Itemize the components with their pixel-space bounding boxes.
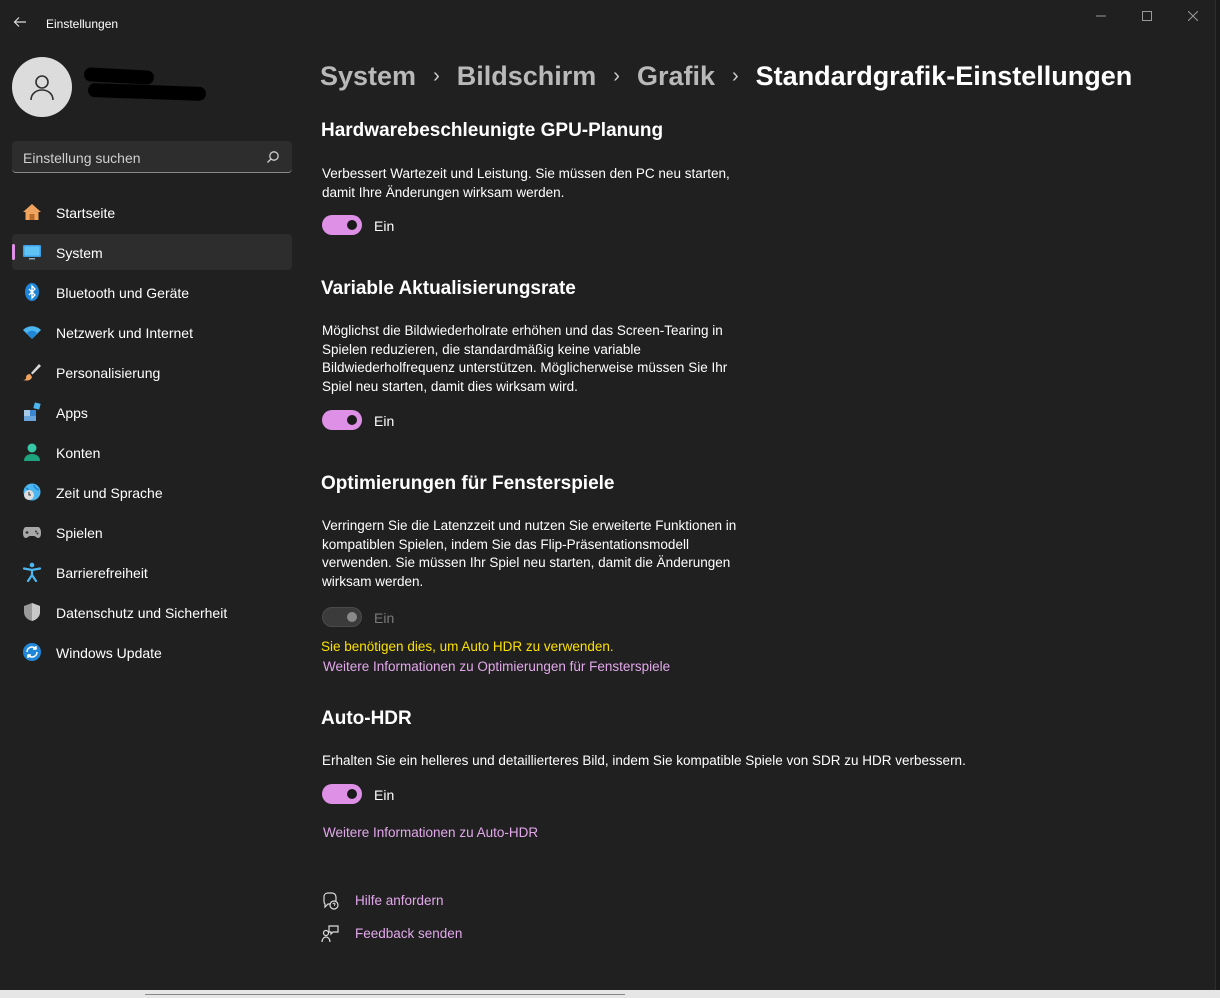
close-icon	[1188, 11, 1198, 21]
sidebar-item-windows-update[interactable]: Windows Update	[12, 634, 292, 670]
home-icon	[23, 204, 41, 220]
sidebar-item-label: Apps	[56, 405, 88, 421]
update-icon	[23, 643, 41, 661]
search-icon[interactable]	[266, 150, 280, 164]
section-description-variable-refresh-rate: Möglichst die Bildwiederholrate erhöhen …	[322, 323, 728, 394]
accessibility-icon	[22, 562, 42, 582]
sidebar-item-datenschutz[interactable]: Datenschutz und Sicherheit	[12, 594, 292, 630]
sidebar-item-zeit-sprache[interactable]: Zeit und Sprache	[12, 474, 292, 510]
sidebar-item-konten[interactable]: Konten	[12, 434, 292, 470]
monitor-icon	[23, 245, 41, 260]
shield-icon	[24, 603, 40, 621]
section-description-windowed-games: Verringern Sie die Latenzzeit und nutzen…	[322, 518, 737, 589]
gpu-scheduling-toggle[interactable]	[322, 215, 362, 235]
sidebar-item-label: Konten	[56, 445, 101, 461]
sidebar-item-label: Spielen	[56, 525, 103, 541]
chevron-right-icon: ›	[433, 64, 440, 87]
section-title-auto-hdr: Auto-HDR	[321, 708, 412, 729]
send-feedback-link[interactable]: Feedback senden	[355, 926, 462, 941]
toggle-state-label: Ein	[374, 610, 395, 626]
section-description-auto-hdr: Erhalten Sie ein helleres und detaillier…	[322, 753, 966, 768]
breadcrumb-bildschirm[interactable]: Bildschirm	[457, 61, 597, 92]
sidebar-item-label: Personalisierung	[56, 365, 161, 381]
sidebar-item-label: System	[56, 245, 103, 261]
auto-hdr-requirement-warning: Sie benötigen dies, um Auto HDR zu verwe…	[321, 639, 614, 654]
auto-hdr-info-link[interactable]: Weitere Informationen zu Auto-HDR	[323, 825, 538, 840]
sidebar-item-apps[interactable]: Apps	[12, 394, 292, 430]
sidebar-item-barrierefreiheit[interactable]: Barrierefreiheit	[12, 554, 292, 590]
redacted-user-name	[83, 67, 209, 107]
section-title-variable-refresh-rate: Variable Aktualisierungsrate	[321, 278, 576, 299]
feedback-icon	[321, 925, 339, 943]
maximize-icon	[1142, 11, 1152, 21]
sidebar-nav: Startseite System Bluetooth und Geräte N	[12, 194, 292, 674]
section-title-gpu-scheduling: Hardwarebeschleunigte GPU-Planung	[321, 120, 664, 141]
minimize-icon	[1096, 15, 1106, 17]
gamepad-icon	[23, 527, 41, 538]
windowed-games-toggle	[322, 607, 362, 627]
section-description-gpu-scheduling: Verbessert Wartezeit und Leistung. Sie m…	[322, 166, 730, 200]
app-title: Einstellungen	[46, 17, 119, 31]
search-placeholder: Einstellung suchen	[23, 150, 141, 166]
chevron-right-icon: ›	[613, 64, 620, 87]
minimize-button[interactable]	[1078, 6, 1124, 26]
background-taskbar-edge	[0, 990, 1220, 998]
sidebar-item-netzwerk[interactable]: Netzwerk und Internet	[12, 314, 292, 350]
breadcrumb-system[interactable]: System	[320, 61, 416, 92]
sidebar-item-label: Windows Update	[56, 645, 162, 661]
title-bar: Einstellungen	[0, 0, 1216, 48]
sidebar-item-spielen[interactable]: Spielen	[12, 514, 292, 550]
close-button[interactable]	[1170, 6, 1216, 26]
auto-hdr-toggle[interactable]	[322, 784, 362, 804]
account-icon	[24, 443, 40, 461]
sidebar-item-label: Startseite	[56, 205, 116, 221]
active-indicator	[12, 244, 15, 260]
toggle-knob	[347, 789, 357, 799]
sidebar-item-label: Netzwerk und Internet	[56, 325, 193, 341]
help-chat-icon	[323, 892, 339, 910]
toggle-state-label: Ein	[374, 787, 395, 803]
sidebar-item-startseite[interactable]: Startseite	[12, 194, 292, 230]
toggle-knob	[347, 612, 357, 622]
sidebar-item-label: Bluetooth und Geräte	[56, 285, 190, 301]
back-button[interactable]	[8, 10, 32, 34]
brush-icon	[23, 364, 41, 381]
back-arrow-icon	[13, 17, 26, 27]
sidebar-item-personalisierung[interactable]: Personalisierung	[12, 354, 292, 390]
avatar[interactable]	[12, 57, 72, 117]
breadcrumb: System › Bildschirm › Grafik › Standardg…	[320, 58, 1132, 94]
apps-icon	[24, 402, 41, 421]
page-title: Standardgrafik-Einstellungen	[755, 60, 1133, 91]
sidebar-item-label: Datenschutz und Sicherheit	[56, 605, 228, 621]
toggle-state-label: Ein	[374, 413, 395, 429]
breadcrumb-grafik[interactable]: Grafik	[637, 61, 715, 92]
section-title-windowed-games: Optimierungen für Fensterspiele	[321, 473, 615, 494]
search-input[interactable]: Einstellung suchen	[12, 141, 292, 173]
sidebar-item-label: Zeit und Sprache	[56, 485, 163, 501]
chevron-right-icon: ›	[732, 64, 739, 87]
variable-refresh-rate-toggle[interactable]	[322, 410, 362, 430]
toggle-knob	[347, 220, 357, 230]
toggle-knob	[347, 415, 357, 425]
get-help-link[interactable]: Hilfe anfordern	[355, 893, 444, 908]
sidebar-item-bluetooth[interactable]: Bluetooth und Geräte	[12, 274, 292, 310]
sidebar-item-label: Barrierefreiheit	[56, 565, 148, 581]
settings-window: Einstellungen Einstellung suchen Startse…	[0, 0, 1216, 990]
person-icon	[30, 75, 54, 101]
windowed-games-info-link[interactable]: Weitere Informationen zu Optimierungen f…	[323, 659, 670, 674]
background-window-edge	[1216, 0, 1220, 998]
globe-clock-icon	[23, 483, 41, 501]
toggle-state-label: Ein	[374, 218, 395, 234]
maximize-button[interactable]	[1124, 6, 1170, 26]
sidebar-item-system[interactable]: System	[12, 234, 292, 270]
bluetooth-icon	[25, 283, 39, 301]
wifi-icon	[23, 326, 41, 339]
